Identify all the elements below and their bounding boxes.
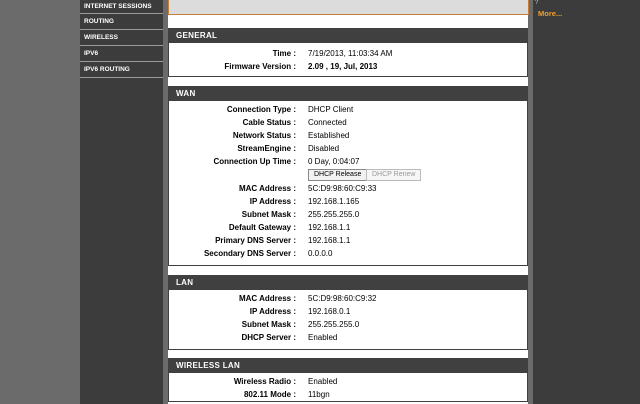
dhcp-renew-button[interactable]: DHCP Renew (366, 169, 422, 181)
lan-subnet-label: Subnet Mask : (241, 320, 296, 329)
wan-subnet-value: 255.255.255.0 (308, 210, 360, 219)
sidebar-nav: INTERNET SESSIONS ROUTING WIRELESS IPV6 … (80, 0, 163, 404)
wan-row: Cable Status : Connected (169, 116, 527, 129)
wan-row: Network Status : Established (169, 129, 527, 142)
dhcp-release-button[interactable]: DHCP Release (308, 169, 368, 181)
wireless-lan-header: WIRELESS LAN (169, 358, 527, 373)
wan-row: Primary DNS Server : 192.168.1.1 (169, 234, 527, 247)
gateway-value: 192.168.1.1 (308, 223, 351, 232)
gateway-label: Default Gateway : (228, 223, 296, 232)
wan-row: Default Gateway : 192.168.1.1 (169, 221, 527, 234)
general-header: GENERAL (169, 28, 527, 43)
streamengine-value: Disabled (308, 144, 340, 153)
general-panel: GENERAL Time : 7/19/2013, 11:03:34 AM Fi… (168, 28, 528, 77)
lan-row: MAC Address : 5C:D9:98:60:C9:32 (169, 292, 527, 305)
wireless-row: Wireless Radio : Enabled (169, 375, 527, 388)
wan-mac-label: MAC Address : (238, 184, 296, 193)
firmware-row: Firmware Version : 2.09 , 19, Jul, 2013 (169, 60, 527, 73)
dhcp-server-label: DHCP Server : (241, 333, 296, 342)
top-info-box (168, 0, 529, 15)
sidebar-item-ipv6[interactable]: IPV6 (80, 46, 163, 62)
sidebar-item-ipv6-routing[interactable]: IPV6 ROUTING (80, 62, 163, 78)
wireless-lan-panel: WIRELESS LAN Wireless Radio : Enabled 80… (168, 358, 528, 402)
wan-ip-label: IP Address : (249, 197, 296, 206)
firmware-label: Firmware Version : (224, 62, 296, 71)
wireless-radio-label: Wireless Radio : (233, 377, 296, 386)
lan-mac-label: MAC Address : (238, 294, 296, 303)
wan-header: WAN (169, 86, 527, 101)
lan-row: DHCP Server : Enabled (169, 331, 527, 344)
more-link[interactable]: More... (538, 9, 562, 18)
primary-dns-value: 192.168.1.1 (308, 236, 351, 245)
wireless-mode-label: 802.11 Mode : (243, 390, 296, 399)
wan-row: Connection Up Time : 0 Day, 0:04:07 (169, 155, 527, 168)
help-sidebar: ? More... (533, 0, 640, 404)
wireless-row: 802.11 Mode : 11bgn (169, 388, 527, 401)
cable-status-label: Cable Status : (242, 118, 296, 127)
time-value: 7/19/2013, 11:03:34 AM (308, 49, 393, 58)
wan-row: Secondary DNS Server : 0.0.0.0 (169, 247, 527, 260)
wan-row: IP Address : 192.168.1.165 (169, 195, 527, 208)
connection-type-value: DHCP Client (308, 105, 354, 114)
connection-type-label: Connection Type : (226, 105, 296, 114)
secondary-dns-label: Secondary DNS Server : (203, 249, 296, 258)
lan-subnet-value: 255.255.255.0 (308, 320, 360, 329)
lan-row: Subnet Mask : 255.255.255.0 (169, 318, 527, 331)
lan-mac-value: 5C:D9:98:60:C9:32 (308, 294, 377, 303)
lan-panel: LAN MAC Address : 5C:D9:98:60:C9:32 IP A… (168, 275, 528, 350)
wireless-mode-value: 11bgn (308, 390, 330, 399)
cable-status-value: Connected (308, 118, 347, 127)
wireless-radio-value: Enabled (308, 377, 338, 386)
wan-row: MAC Address : 5C:D9:98:60:C9:33 (169, 182, 527, 195)
wan-row: Connection Type : DHCP Client (169, 103, 527, 116)
wan-ip-value: 192.168.1.165 (308, 197, 360, 206)
help-text-fragment: ? (535, 0, 539, 6)
sidebar-item-internet-sessions[interactable]: INTERNET SESSIONS (80, 0, 163, 14)
wan-panel: WAN Connection Type : DHCP Client Cable … (168, 86, 528, 266)
lan-ip-value: 192.168.0.1 (308, 307, 351, 316)
streamengine-label: StreamEngine : (237, 144, 296, 153)
network-status-value: Established (308, 131, 350, 140)
firmware-value: 2.09 , 19, Jul, 2013 (308, 62, 378, 71)
uptime-value: 0 Day, 0:04:07 (308, 157, 360, 166)
wan-mac-value: 5C:D9:98:60:C9:33 (308, 184, 377, 193)
uptime-label: Connection Up Time : (213, 157, 296, 166)
wan-row: Subnet Mask : 255.255.255.0 (169, 208, 527, 221)
wan-row: StreamEngine : Disabled (169, 142, 527, 155)
dhcp-button-row: DHCP Release DHCP Renew (169, 168, 527, 182)
lan-header: LAN (169, 275, 527, 290)
secondary-dns-value: 0.0.0.0 (308, 249, 333, 258)
main-content: GENERAL Time : 7/19/2013, 11:03:34 AM Fi… (168, 0, 529, 404)
sidebar-item-routing[interactable]: ROUTING (80, 14, 163, 30)
sidebar-item-wireless[interactable]: WIRELESS (80, 30, 163, 46)
time-label: Time : (272, 49, 296, 58)
dhcp-server-value: Enabled (308, 333, 338, 342)
primary-dns-label: Primary DNS Server : (215, 236, 296, 245)
wan-subnet-label: Subnet Mask : (241, 210, 296, 219)
time-row: Time : 7/19/2013, 11:03:34 AM (169, 47, 527, 60)
lan-row: IP Address : 192.168.0.1 (169, 305, 527, 318)
lan-ip-label: IP Address : (249, 307, 296, 316)
network-status-label: Network Status : (232, 131, 296, 140)
